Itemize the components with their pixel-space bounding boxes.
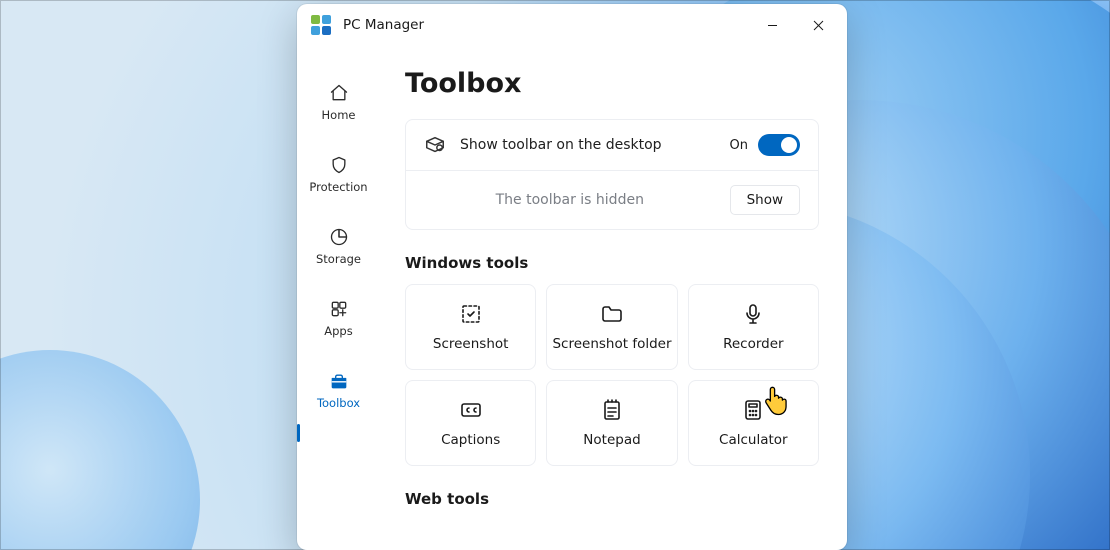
captions-icon (459, 398, 483, 422)
toolbar-icon (424, 134, 446, 156)
tool-label: Screenshot (433, 336, 509, 352)
sidebar-item-label: Storage (316, 252, 361, 266)
toolbar-toggle-row: Show toolbar on the desktop On (406, 120, 818, 170)
sidebar: Home Protection Storage Apps Toolbox (297, 46, 381, 550)
tool-screenshot-folder[interactable]: Screenshot folder (546, 284, 677, 370)
show-toolbar-button[interactable]: Show (730, 185, 800, 215)
tool-label: Screenshot folder (552, 336, 671, 352)
section-title-web-tools: Web tools (405, 490, 819, 508)
windows-tools-grid: Screenshot Screenshot folder Recorder Ca… (405, 284, 819, 466)
tool-label: Captions (441, 432, 500, 448)
main-content: Toolbox Show toolbar on the desktop On T… (381, 46, 847, 550)
calculator-icon (741, 398, 765, 422)
sidebar-item-label: Apps (324, 324, 352, 338)
page-title: Toolbox (405, 68, 819, 99)
microphone-icon (741, 302, 765, 326)
app-logo-icon (311, 15, 331, 35)
toolbar-label: Show toolbar on the desktop (460, 137, 716, 153)
pie-chart-icon (328, 226, 350, 248)
sidebar-item-protection[interactable]: Protection (303, 148, 375, 200)
toolbar-card: Show toolbar on the desktop On The toolb… (405, 119, 819, 230)
active-indicator (297, 424, 300, 442)
folder-icon (600, 302, 624, 326)
sidebar-item-home[interactable]: Home (303, 76, 375, 128)
app-title: PC Manager (343, 17, 749, 33)
tool-label: Recorder (723, 336, 784, 352)
sidebar-item-toolbox[interactable]: Toolbox (303, 364, 375, 416)
toolbar-hidden-text: The toolbar is hidden (424, 192, 716, 208)
close-button[interactable] (795, 8, 841, 42)
sidebar-item-label: Home (322, 108, 356, 122)
toggle-state-label: On (730, 138, 748, 153)
notepad-icon (600, 398, 624, 422)
tool-recorder[interactable]: Recorder (688, 284, 819, 370)
screenshot-icon (459, 302, 483, 326)
sidebar-item-apps[interactable]: Apps (303, 292, 375, 344)
tool-captions[interactable]: Captions (405, 380, 536, 466)
apps-icon (328, 298, 350, 320)
pc-manager-window: PC Manager Home Protection Storage Apps (297, 4, 847, 550)
tool-notepad[interactable]: Notepad (546, 380, 677, 466)
toolbox-icon (328, 370, 350, 392)
titlebar[interactable]: PC Manager (297, 4, 847, 46)
sidebar-item-label: Protection (309, 180, 367, 194)
toolbar-hidden-row: The toolbar is hidden Show (406, 170, 818, 229)
home-icon (328, 82, 350, 104)
tool-label: Calculator (719, 432, 788, 448)
sidebar-item-storage[interactable]: Storage (303, 220, 375, 272)
tool-screenshot[interactable]: Screenshot (405, 284, 536, 370)
sidebar-item-label: Toolbox (317, 396, 360, 410)
tool-label: Notepad (583, 432, 640, 448)
tool-calculator[interactable]: Calculator (688, 380, 819, 466)
shield-icon (328, 154, 350, 176)
section-title-windows-tools: Windows tools (405, 254, 819, 272)
minimize-button[interactable] (749, 8, 795, 42)
toolbar-toggle[interactable] (758, 134, 800, 156)
